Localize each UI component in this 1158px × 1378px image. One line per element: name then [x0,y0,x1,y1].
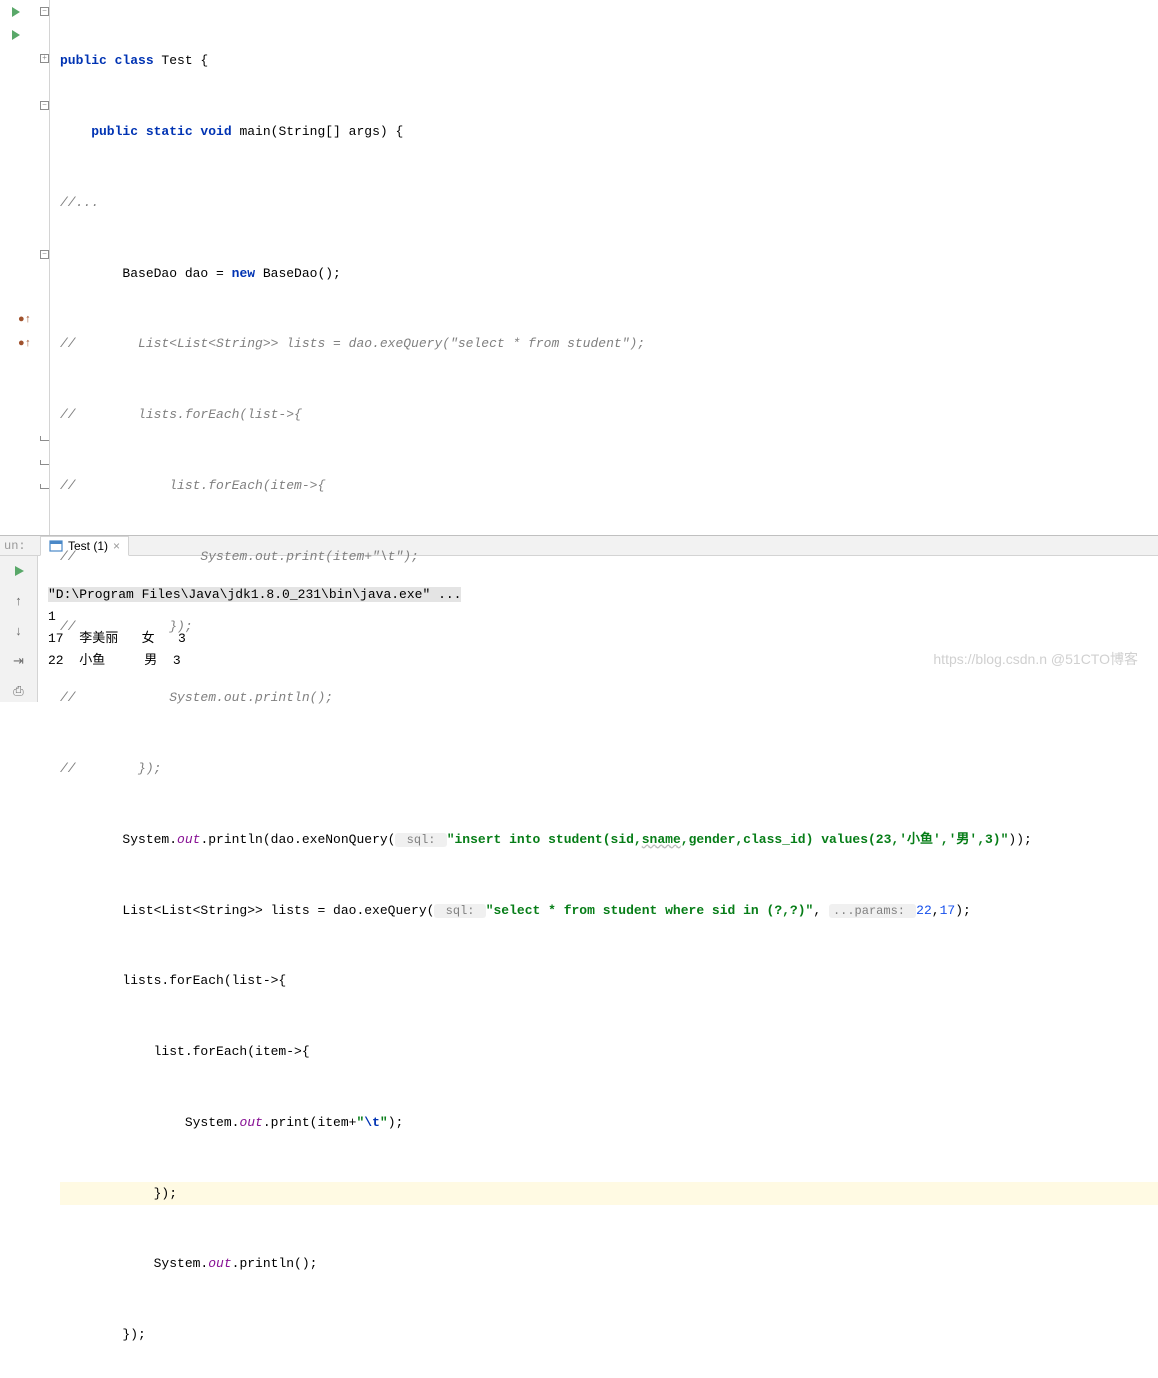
text: System. [60,1115,239,1130]
text: }); [60,1327,146,1342]
text: Test { [154,53,209,68]
param: args [349,124,380,139]
fold-end-icon [40,460,49,465]
comment: // List<List<String>> lists = dao.exeQue… [60,336,645,351]
code-editor[interactable]: − + − − ●↑ ●↑ public class Test { public… [0,0,1158,535]
string: sname [642,832,681,847]
text: , [813,903,829,918]
text: lists.forEach(list->{ [60,973,286,988]
escape: \t [364,1115,380,1130]
string: ,gender,class_id) values(23,'小鱼','男',3)" [681,832,1009,847]
up-button[interactable]: ↑ [8,590,30,612]
inlay-hint: ...params: [829,904,916,918]
fold-end-icon [40,436,49,441]
output-line: 1 [48,609,56,624]
comment: // }); [60,761,161,776]
fold-icon[interactable]: − [40,101,49,110]
text: BaseDao(); [255,266,341,281]
text: ); [388,1115,404,1130]
keyword: new [232,266,255,281]
rerun-button[interactable] [8,560,30,582]
number: 17 [940,903,956,918]
string: " [356,1115,364,1130]
keyword: public class [60,53,154,68]
text: .println(dao.exeNonQuery( [200,832,395,847]
comment: // list.forEach(item->{ [60,478,325,493]
output-line: 17 李美丽 女 3 [48,631,186,646]
string: " [380,1115,388,1130]
fold-icon[interactable]: − [40,7,49,16]
text: main(String[] [232,124,349,139]
string: "insert into student(sid, [447,832,642,847]
run-toolbar: ↑ ↓ ⇥ ⎙ [0,556,38,702]
text: ) { [380,124,403,139]
field: out [177,832,200,847]
print-button[interactable]: ⎙ [8,680,30,702]
keyword: public static void [60,124,232,139]
console-output[interactable]: "D:\Program Files\Java\jdk1.8.0_231\bin\… [38,556,1158,702]
text: }); [60,1186,177,1201]
text: System. [60,832,177,847]
text: List<List<String>> lists = dao.exeQuery( [60,903,434,918]
text: ); [955,903,971,918]
text: BaseDao dao = [60,266,232,281]
comment: //... [60,195,99,210]
breakpoint-icon[interactable]: ●↑ [18,338,32,352]
run-label: un: [4,539,26,553]
fold-end-icon [40,484,49,489]
run-main-icon[interactable] [12,30,20,40]
command-line: "D:\Program Files\Java\jdk1.8.0_231\bin\… [48,587,461,602]
string: "select * from student where sid in (?,?… [486,903,814,918]
fold-icon[interactable]: + [40,54,49,63]
fold-icon[interactable]: − [40,250,49,259]
editor-gutter: − + − − ●↑ ●↑ [0,0,50,535]
run-class-icon[interactable] [12,7,20,17]
wrap-button[interactable]: ⇥ [8,650,30,672]
inlay-hint: sql: [395,833,446,847]
text: , [932,903,940,918]
inlay-hint: sql: [434,904,485,918]
code-content[interactable]: public class Test { public static void m… [50,0,1158,535]
text: .print(item+ [263,1115,357,1130]
watermark: https://blog.csdn.n @51CTO博客 [933,649,1138,669]
down-button[interactable]: ↓ [8,620,30,642]
field: out [208,1256,231,1271]
field: out [239,1115,262,1130]
text: list.forEach(item->{ [60,1044,310,1059]
text: )); [1008,832,1031,847]
text: .println(); [232,1256,318,1271]
text: System. [60,1256,208,1271]
breakpoint-icon[interactable]: ●↑ [18,314,32,328]
comment: // lists.forEach(list->{ [60,407,302,422]
output-line: 22 小鱼 男 3 [48,653,181,668]
number: 22 [916,903,932,918]
current-line-highlight [60,1182,1158,1206]
